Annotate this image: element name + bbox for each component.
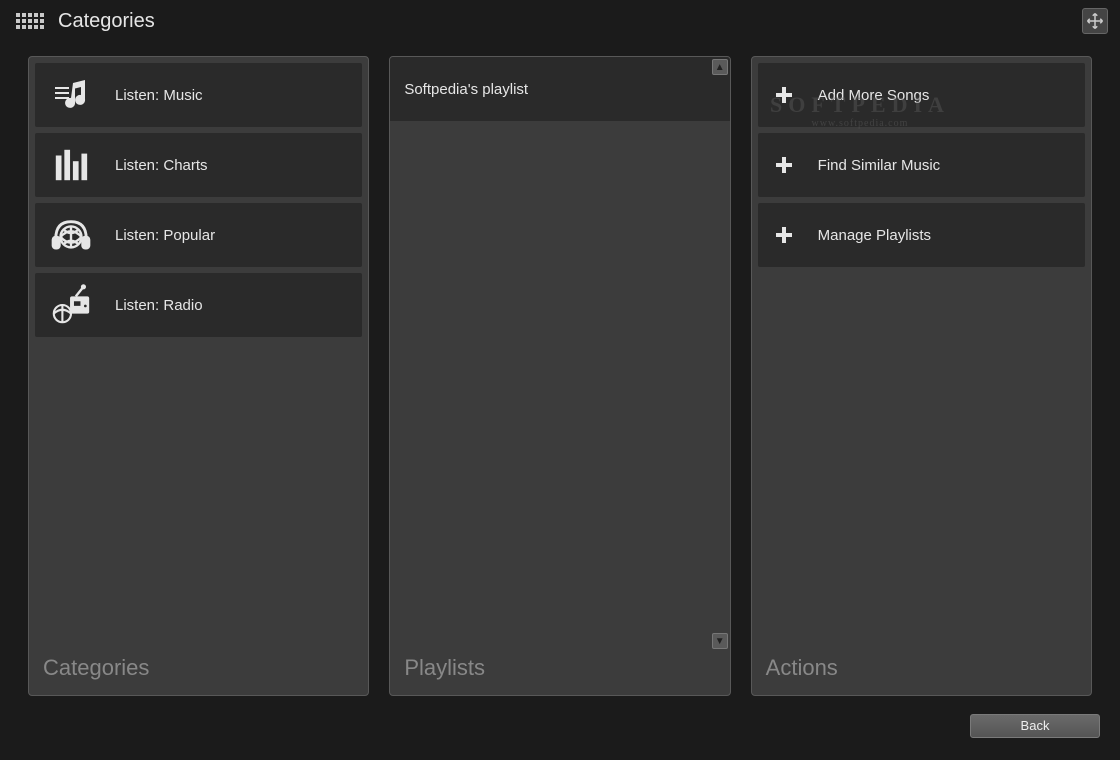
scroll-up-button[interactable]: ▲ bbox=[712, 59, 728, 75]
plus-icon bbox=[772, 153, 796, 177]
chevron-up-icon: ▲ bbox=[715, 62, 725, 73]
chevron-down-icon: ▼ bbox=[715, 636, 725, 647]
plus-icon bbox=[772, 83, 796, 107]
plus-icon bbox=[772, 223, 796, 247]
playlists-footer: Playlists bbox=[390, 645, 729, 695]
move-arrows-icon bbox=[1086, 12, 1104, 30]
actions-panel: Add More Songs Find Similar Music Manage… bbox=[751, 56, 1092, 696]
category-item-label: Listen: Music bbox=[115, 87, 203, 104]
action-item-label: Manage Playlists bbox=[818, 227, 931, 244]
playlist-item[interactable]: Softpedia's playlist bbox=[390, 57, 729, 121]
action-manage-playlists[interactable]: Manage Playlists bbox=[758, 203, 1085, 267]
category-item-radio[interactable]: Listen: Radio bbox=[35, 273, 362, 337]
actions-footer: Actions bbox=[752, 645, 1091, 695]
category-item-label: Listen: Charts bbox=[115, 157, 208, 174]
bar-chart-icon bbox=[49, 143, 93, 187]
category-item-charts[interactable]: Listen: Charts bbox=[35, 133, 362, 197]
playlists-body: Softpedia's playlist bbox=[390, 57, 729, 645]
bottom-bar: Back bbox=[0, 706, 1120, 748]
topbar-left: Categories bbox=[16, 10, 155, 33]
actions-body: Add More Songs Find Similar Music Manage… bbox=[752, 57, 1091, 645]
categories-panel: Listen: Music Listen: Charts bbox=[28, 56, 369, 696]
move-window-button[interactable] bbox=[1082, 8, 1108, 34]
category-item-label: Listen: Popular bbox=[115, 227, 215, 244]
topbar: Categories bbox=[0, 0, 1120, 36]
playlists-panel: ▲ Softpedia's playlist Playlists ▼ bbox=[389, 56, 730, 696]
action-item-label: Find Similar Music bbox=[818, 157, 941, 174]
columns: Listen: Music Listen: Charts bbox=[0, 36, 1120, 706]
category-item-popular[interactable]: Listen: Popular bbox=[35, 203, 362, 267]
music-note-icon bbox=[49, 73, 93, 117]
category-item-music[interactable]: Listen: Music bbox=[35, 63, 362, 127]
action-add-more-songs[interactable]: Add More Songs bbox=[758, 63, 1085, 127]
playlist-item-label: Softpedia's playlist bbox=[404, 81, 528, 98]
scroll-down-button[interactable]: ▼ bbox=[712, 633, 728, 649]
back-button[interactable]: Back bbox=[970, 714, 1100, 738]
action-find-similar-music[interactable]: Find Similar Music bbox=[758, 133, 1085, 197]
category-item-label: Listen: Radio bbox=[115, 297, 203, 314]
radio-globe-icon bbox=[49, 283, 93, 327]
grid-icon bbox=[16, 13, 44, 29]
headphones-globe-icon bbox=[49, 213, 93, 257]
page-title: Categories bbox=[58, 10, 155, 33]
action-item-label: Add More Songs bbox=[818, 87, 930, 104]
categories-body: Listen: Music Listen: Charts bbox=[29, 57, 368, 645]
categories-footer: Categories bbox=[29, 645, 368, 695]
